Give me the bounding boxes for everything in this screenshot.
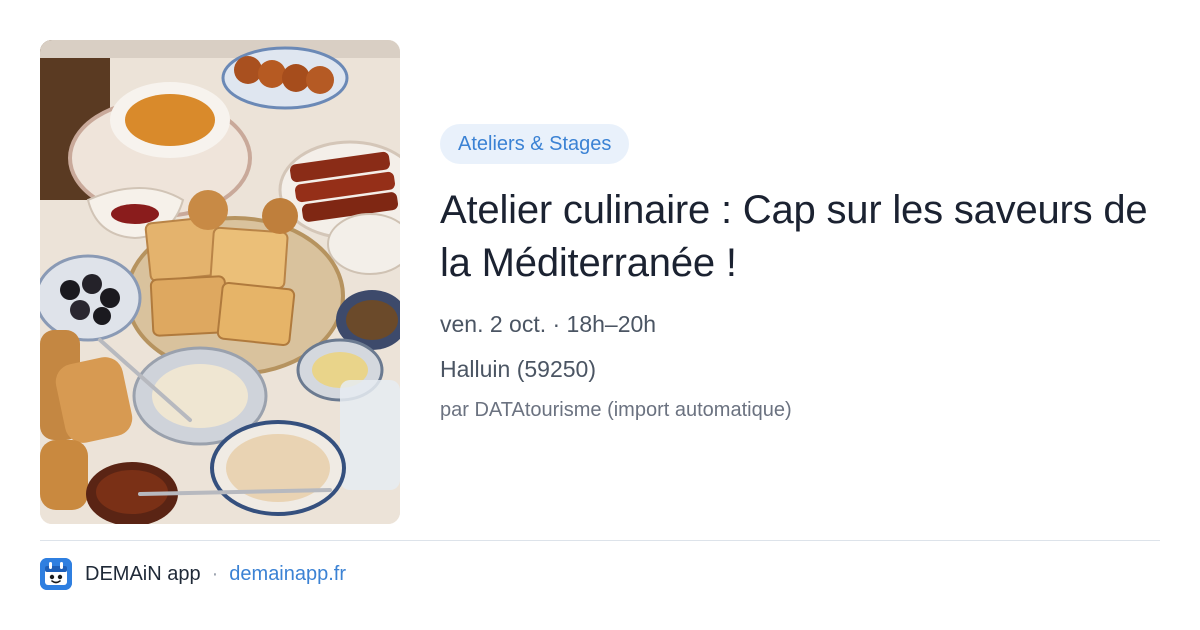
footer: DEMAiN app · demainapp.fr <box>40 558 346 590</box>
app-name: DEMAiN app <box>85 562 201 585</box>
event-details: Ateliers & Stages Atelier culinaire : Ca… <box>440 124 1160 423</box>
app-website-link[interactable]: demainapp.fr <box>229 563 346 586</box>
footer-separator: · <box>211 562 219 585</box>
demain-app-logo-icon <box>40 558 72 590</box>
footer-divider <box>40 540 1160 541</box>
event-source: par DATAtourisme (import automatique) <box>440 399 792 421</box>
event-photo <box>40 40 400 524</box>
event-datetime: ven. 2 oct. · 18h–20h <box>440 311 657 337</box>
mediterranean-food-photo <box>40 40 400 524</box>
event-location: Halluin (59250) <box>440 356 596 382</box>
category-badge[interactable]: Ateliers & Stages <box>440 124 630 164</box>
event-title: Atelier culinaire : Cap sur les saveurs … <box>440 188 1148 285</box>
